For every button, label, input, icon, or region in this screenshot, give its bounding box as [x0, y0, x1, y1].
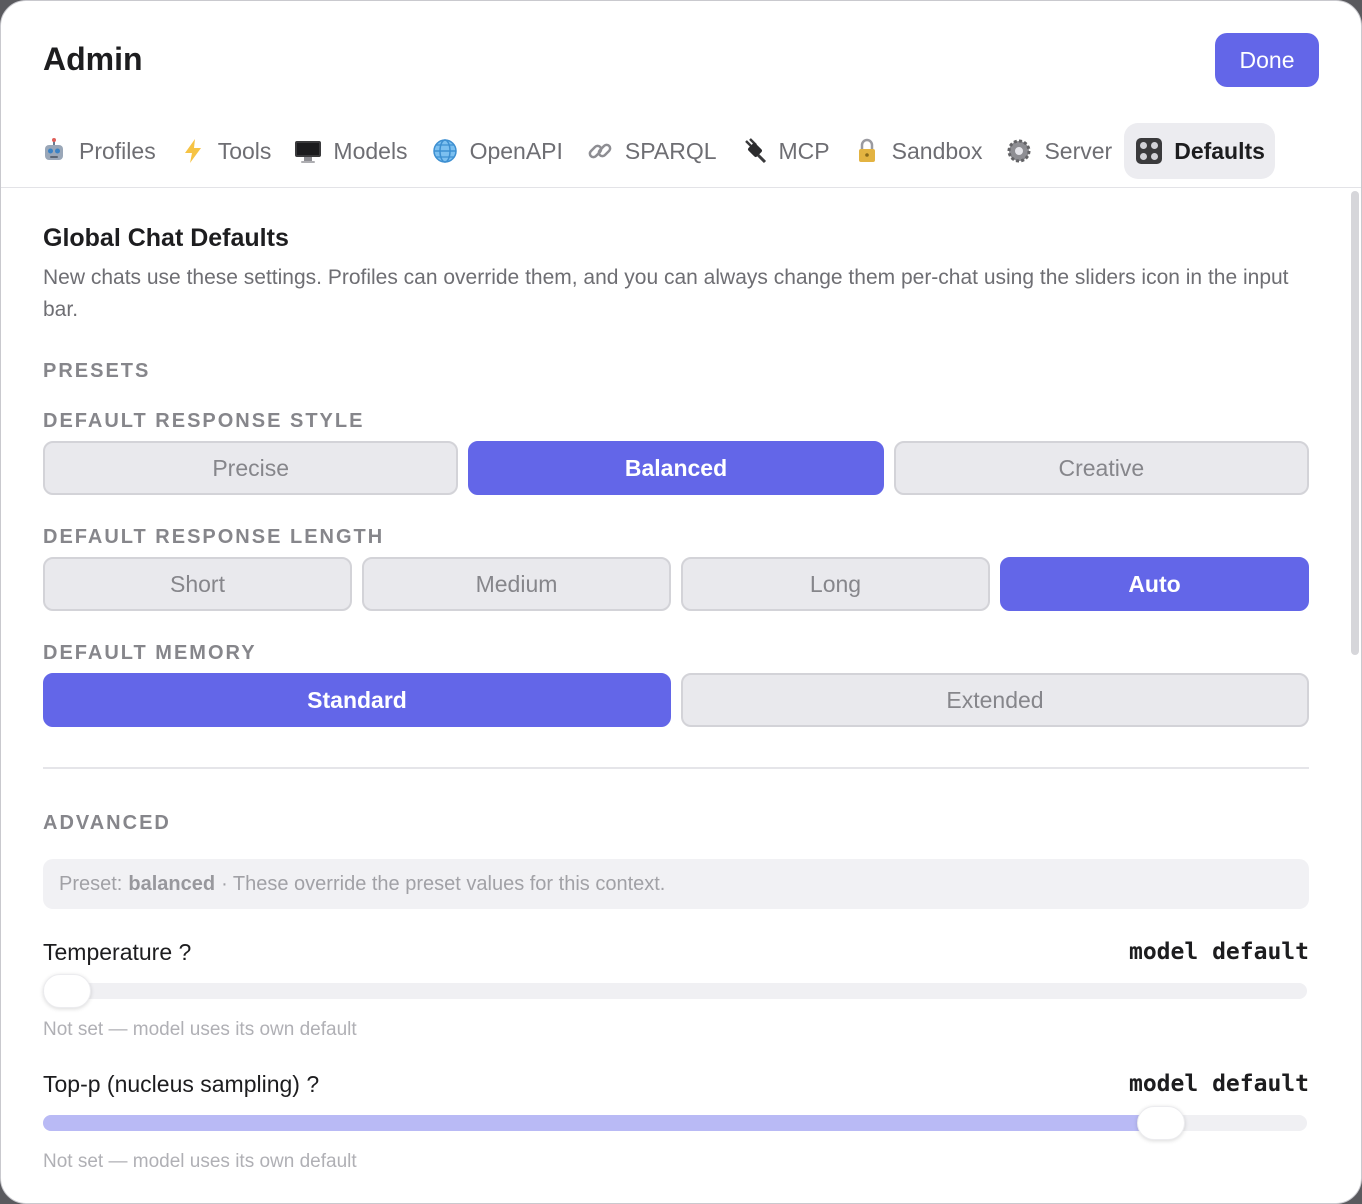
tab-server[interactable]: Server	[994, 123, 1122, 179]
style-option-balanced[interactable]: Balanced	[468, 441, 884, 495]
tab-sparql[interactable]: SPARQL	[575, 123, 727, 179]
top-p-hint: Not set — model uses its own default	[43, 1151, 357, 1172]
tab-label: MCP	[778, 137, 830, 164]
tab-mcp[interactable]: MCP	[729, 123, 840, 179]
tab-defaults[interactable]: Defaults	[1124, 123, 1275, 179]
response-length-label: DEFAULT RESPONSE LENGTH	[43, 526, 385, 548]
memory-selector: Standard Extended	[43, 673, 1309, 727]
lock-icon	[852, 136, 882, 166]
length-option-auto[interactable]: Auto	[1000, 557, 1309, 611]
memory-label: DEFAULT MEMORY	[43, 642, 257, 664]
tab-label: OpenAPI	[469, 137, 563, 164]
tab-profiles[interactable]: Profiles	[29, 123, 166, 179]
preset-note: Preset: balanced · These override the pr…	[43, 859, 1309, 909]
section-title: Global Chat Defaults	[43, 224, 289, 252]
length-option-short[interactable]: Short	[43, 557, 352, 611]
preset-note-name: balanced	[128, 872, 216, 895]
lightning-icon	[178, 136, 208, 166]
top-p-slider-fill	[43, 1115, 1162, 1131]
top-p-value: model default	[1128, 1071, 1309, 1097]
temperature-value: model default	[1128, 939, 1309, 965]
length-option-long[interactable]: Long	[681, 557, 990, 611]
temperature-label: Temperature ?	[43, 939, 192, 965]
dialog-header: Admin Done	[1, 1, 1361, 121]
preset-note-suffix: · These override the preset values for t…	[221, 872, 666, 895]
response-style-label: DEFAULT RESPONSE STYLE	[43, 410, 365, 432]
top-p-label: Top-p (nucleus sampling) ?	[43, 1071, 320, 1097]
monitor-icon	[293, 136, 323, 166]
section-divider	[43, 767, 1309, 769]
tab-label: Profiles	[79, 137, 156, 164]
tab-sandbox[interactable]: Sandbox	[842, 123, 993, 179]
top-p-slider-thumb[interactable]	[1137, 1106, 1186, 1140]
plug-icon	[739, 136, 769, 166]
admin-dialog: Admin Done Profiles Tools Models OpenAPI…	[0, 0, 1362, 1204]
style-option-creative[interactable]: Creative	[893, 441, 1309, 495]
control-knobs-icon	[1134, 136, 1164, 166]
tab-label: Tools	[217, 137, 272, 164]
temperature-slider-thumb[interactable]	[43, 974, 91, 1008]
tab-label: Server	[1044, 137, 1113, 164]
presets-heading: PRESETS	[43, 360, 151, 382]
temperature-hint: Not set — model uses its own default	[43, 1019, 357, 1040]
tab-bar: Profiles Tools Models OpenAPI SPARQL MCP…	[29, 123, 1349, 179]
style-option-precise[interactable]: Precise	[43, 441, 459, 495]
advanced-heading: ADVANCED	[43, 812, 171, 834]
link-icon	[585, 136, 615, 166]
response-style-selector: Precise Balanced Creative	[43, 441, 1309, 495]
dialog-title: Admin	[43, 41, 143, 77]
section-description: New chats use these settings. Profiles c…	[43, 266, 1289, 321]
globe-icon	[430, 136, 460, 166]
response-length-selector: Short Medium Long Auto	[43, 557, 1309, 611]
robot-icon	[39, 136, 69, 166]
temperature-slider[interactable]	[43, 974, 1307, 1008]
tab-models[interactable]: Models	[283, 123, 417, 179]
header-divider	[1, 187, 1361, 188]
memory-option-extended[interactable]: Extended	[681, 673, 1309, 727]
top-p-slider[interactable]	[43, 1106, 1307, 1140]
gear-icon	[1004, 136, 1034, 166]
tab-label: SPARQL	[624, 137, 717, 164]
tab-openapi[interactable]: OpenAPI	[420, 123, 573, 179]
preset-note-prefix: Preset:	[59, 872, 123, 895]
scrollbar-thumb[interactable]	[1351, 191, 1359, 655]
tab-label: Models	[333, 137, 408, 164]
done-button[interactable]: Done	[1215, 33, 1319, 87]
tab-tools[interactable]: Tools	[168, 123, 282, 179]
tab-label: Defaults	[1174, 137, 1265, 164]
length-option-medium[interactable]: Medium	[362, 557, 671, 611]
memory-option-standard[interactable]: Standard	[43, 673, 671, 727]
tab-label: Sandbox	[891, 137, 983, 164]
